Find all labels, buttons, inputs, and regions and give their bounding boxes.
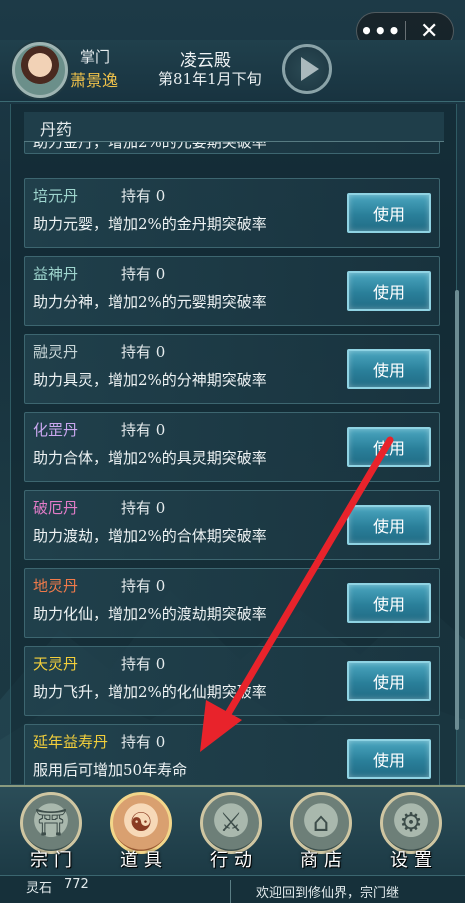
nav-item-item-bag[interactable]: ☯ 道具: [106, 792, 176, 872]
owned-label: 持有: [121, 187, 152, 205]
pill-name: 延年益寿丹: [33, 733, 109, 751]
use-button[interactable]: 使用: [347, 583, 431, 623]
owned-label: 持有: [121, 499, 152, 517]
item-description: 助力化仙，增加2%的渡劫期突破率: [33, 605, 267, 623]
owned-label: 持有: [121, 421, 152, 439]
owned-count: 持有 0: [121, 185, 165, 206]
owned-count: 持有 0: [121, 263, 165, 284]
pill-name: 融灵丹: [33, 343, 79, 361]
item-description: 助力合体，增加2%的具灵期突破率: [33, 449, 267, 467]
pill-name: 培元丹: [33, 187, 79, 205]
nav-label: 设置: [390, 850, 438, 871]
nav-item-settings-gear[interactable]: ⚙ 设置: [376, 792, 446, 872]
action-sword-icon: ⚔: [200, 792, 262, 854]
pill-name: 地灵丹: [33, 577, 79, 595]
owned-label: 持有: [121, 343, 152, 361]
nav-glyph: ⌂: [312, 808, 330, 838]
use-button[interactable]: 使用: [347, 271, 431, 311]
spirit-stone-count: 772: [64, 877, 89, 892]
play-button[interactable]: [282, 44, 332, 94]
player-title: 掌门: [80, 48, 111, 66]
sect-gate-icon: ⛩: [20, 792, 82, 854]
owned-label: 持有: [121, 655, 152, 673]
nav-label: 道具: [120, 850, 168, 871]
nav-label: 行动: [210, 850, 258, 871]
use-button[interactable]: 使用: [347, 193, 431, 233]
nav-glyph: ☯: [129, 808, 153, 838]
list-item: 延年益寿丹 持有 0 服用后可增加50年寿命 使用: [24, 724, 440, 794]
use-button[interactable]: 使用: [347, 661, 431, 701]
list-item: 破厄丹 持有 0 助力渡劫，增加2%的合体期突破率 使用: [24, 490, 440, 560]
avatar[interactable]: [12, 42, 68, 98]
owned-count: 持有 0: [121, 341, 165, 362]
owned-value: 0: [155, 265, 166, 283]
owned-value: 0: [155, 655, 166, 673]
spirit-stone-label: 灵石: [26, 881, 53, 896]
list-item: 天灵丹 持有 0 助力飞升，增加2%的化仙期突破率 使用: [24, 646, 440, 716]
item-description: 助力渡劫，增加2%的合体期突破率: [33, 527, 267, 545]
owned-value: 0: [155, 421, 166, 439]
nav-label: 宗门: [30, 850, 78, 871]
nav-item-action-sword[interactable]: ⚔ 行动: [196, 792, 266, 872]
list-item: 融灵丹 持有 0 助力具灵，增加2%的分神期突破率 使用: [24, 334, 440, 404]
nav-label: 商店: [300, 850, 348, 871]
panel-title: 丹药: [40, 120, 73, 139]
nav-glyph: ⚙: [399, 808, 423, 838]
use-button[interactable]: 使用: [347, 739, 431, 779]
use-button[interactable]: 使用: [347, 349, 431, 389]
pill-name: 益神丹: [33, 265, 79, 283]
owned-value: 0: [155, 187, 166, 205]
owned-value: 0: [155, 343, 166, 361]
player-name: 萧景逸: [70, 71, 119, 90]
panel-title-bar: 丹药: [24, 112, 444, 142]
item-description: 助力分神，增加2%的元婴期突破率: [33, 293, 267, 311]
item-description: 助力飞升，增加2%的化仙期突破率: [33, 683, 267, 701]
item-description: 助力具灵，增加2%的分神期突破率: [33, 371, 267, 389]
owned-count: 持有 0: [121, 497, 165, 518]
pill-name: 天灵丹: [33, 655, 79, 673]
footer-divider: [230, 880, 231, 903]
top-header: 掌门 萧景逸 凌云殿 第81年1月下旬: [0, 40, 465, 102]
item-description: 助力元婴，增加2%的金丹期突破率: [33, 215, 267, 233]
scrollbar[interactable]: [455, 290, 459, 730]
owned-label: 持有: [121, 733, 152, 751]
game-date: 第81年1月下旬: [158, 70, 262, 88]
owned-label: 持有: [121, 265, 152, 283]
owned-value: 0: [155, 577, 166, 595]
use-button[interactable]: 使用: [347, 427, 431, 467]
item-bag-icon: ☯: [110, 792, 172, 854]
pill-name: 化罡丹: [33, 421, 79, 439]
owned-count: 持有 0: [121, 731, 165, 752]
settings-gear-icon: ⚙: [380, 792, 442, 854]
welcome-message: 欢迎回到修仙界，宗门继: [256, 886, 400, 901]
owned-count: 持有 0: [121, 653, 165, 674]
owned-count: 持有 0: [121, 419, 165, 440]
nav-item-shop[interactable]: ⌂ 商店: [286, 792, 356, 872]
use-button[interactable]: 使用: [347, 505, 431, 545]
list-item: 地灵丹 持有 0 助力化仙，增加2%的渡劫期突破率 使用: [24, 568, 440, 638]
list-item: 化罡丹 持有 0 助力合体，增加2%的具灵期突破率 使用: [24, 412, 440, 482]
owned-value: 0: [155, 733, 166, 751]
nav-glyph: ⛩: [34, 808, 68, 838]
owned-value: 0: [155, 499, 166, 517]
item-description: 服用后可增加50年寿命: [33, 761, 188, 779]
pill-name: 破厄丹: [33, 499, 79, 517]
nav-glyph: ⚔: [219, 808, 243, 838]
shop-icon: ⌂: [290, 792, 352, 854]
list-item: 益神丹 持有 0 助力分神，增加2%的元婴期突破率 使用: [24, 256, 440, 326]
list-item: 培元丹 持有 0 助力元婴，增加2%的金丹期突破率 使用: [24, 178, 440, 248]
nav-item-sect-gate[interactable]: ⛩ 宗门: [16, 792, 86, 872]
owned-count: 持有 0: [121, 575, 165, 596]
owned-label: 持有: [121, 577, 152, 595]
play-icon: [300, 57, 319, 81]
